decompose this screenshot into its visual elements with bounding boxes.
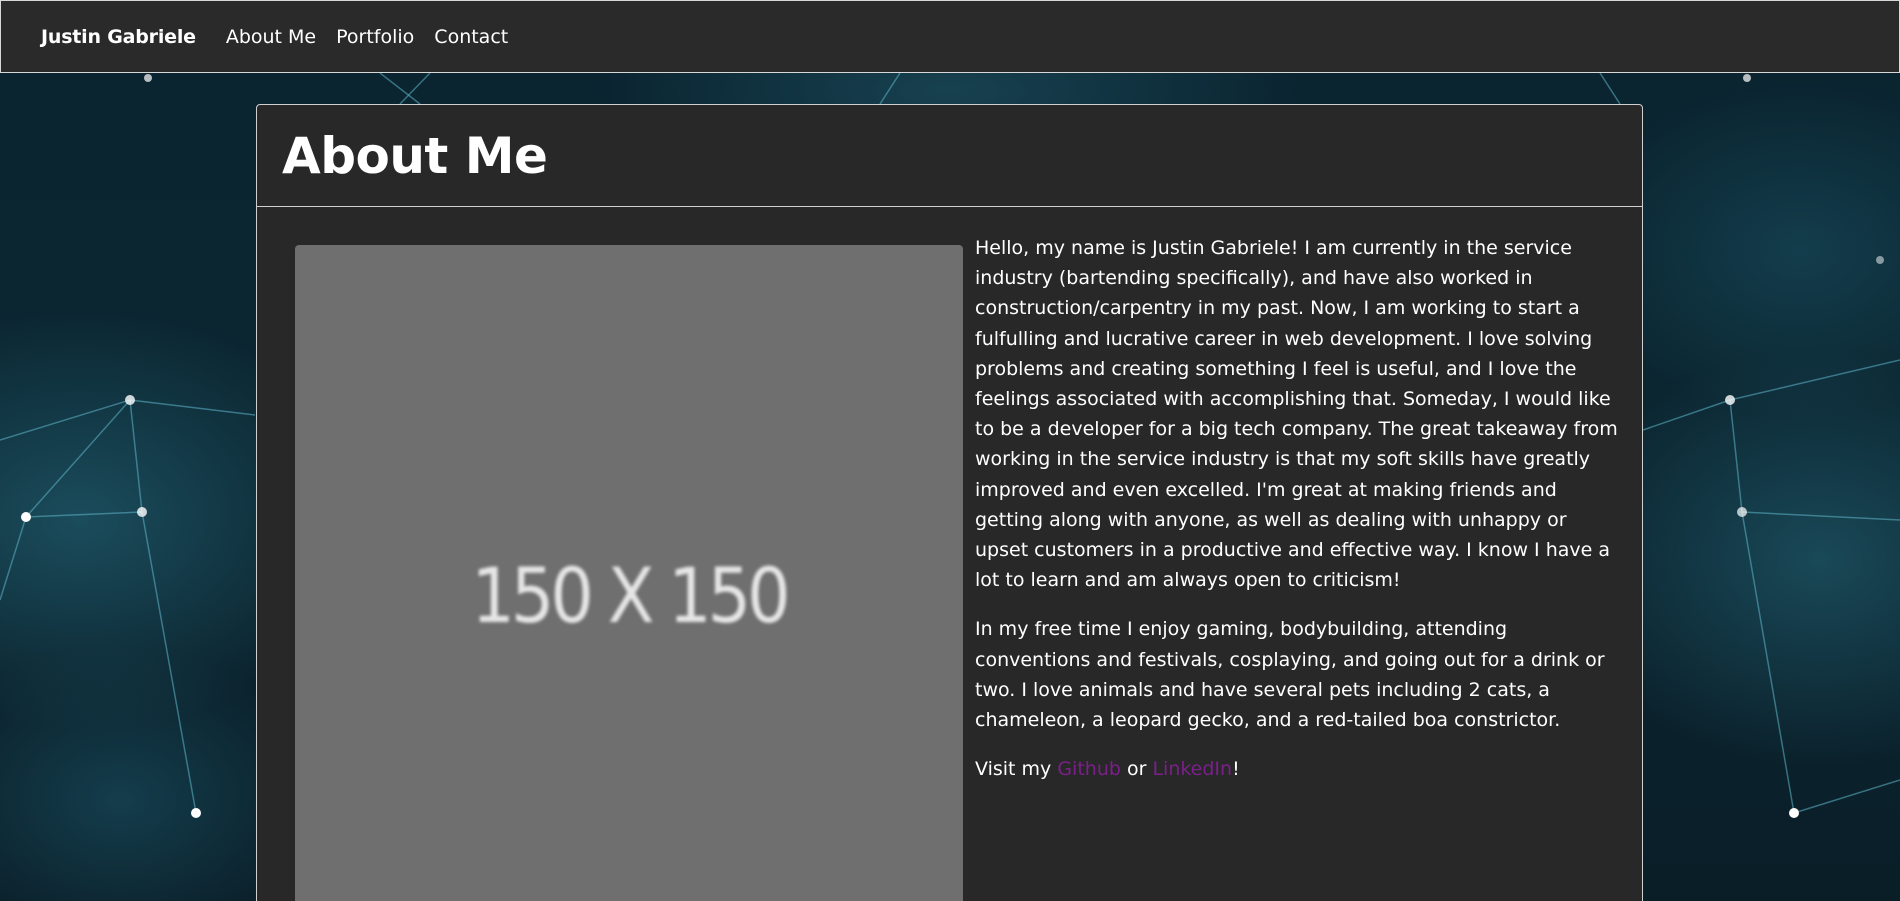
bio-text: Hello, my name is Justin Gabriele! I am … <box>975 233 1625 803</box>
visit-prefix: Visit my <box>975 758 1058 781</box>
profile-image-placeholder: 150 X 150 <box>295 245 963 901</box>
placeholder-text: 150 X 150 <box>471 550 790 640</box>
visit-middle: or <box>1120 758 1153 781</box>
visit-links-paragraph: Visit my Github or LinkedIn! <box>975 754 1625 784</box>
nav-link-about-me[interactable]: About Me <box>226 26 316 48</box>
card-header: About Me <box>257 105 1642 207</box>
bio-paragraph-2: In my free time I enjoy gaming, bodybuil… <box>975 618 1605 732</box>
visit-suffix: ! <box>1232 758 1240 781</box>
about-card: About Me 150 X 150 Hello, my name is Jus… <box>256 104 1643 901</box>
bio-paragraph-1: Hello, my name is Justin Gabriele! I am … <box>975 237 1618 592</box>
page-title: About Me <box>282 126 548 185</box>
nav-link-portfolio[interactable]: Portfolio <box>336 26 414 48</box>
nav-link-contact[interactable]: Contact <box>434 26 508 48</box>
github-link[interactable]: Github <box>1057 758 1121 780</box>
navbar: Justin Gabriele About Me Portfolio Conta… <box>0 0 1900 73</box>
brand-link[interactable]: Justin Gabriele <box>41 26 196 48</box>
linkedin-link[interactable]: LinkedIn <box>1152 758 1232 780</box>
